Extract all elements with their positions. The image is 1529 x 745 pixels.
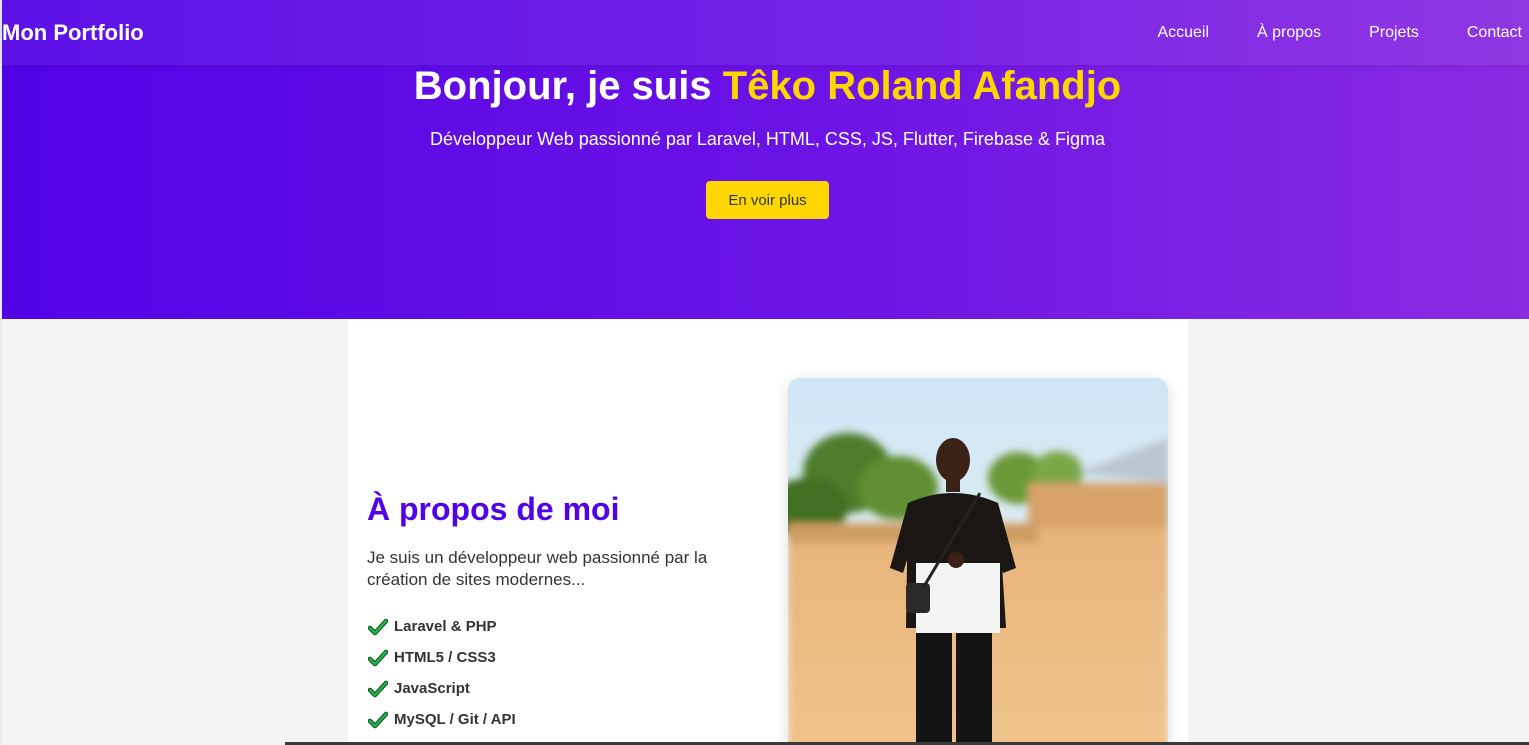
nav-link-a-propos[interactable]: À propos [1257, 24, 1321, 42]
nav-links: Accueil À propos Projets Contact [1157, 24, 1522, 42]
hero-greeting: Bonjour, je suis [413, 64, 723, 108]
skill-label: JavaScript [394, 680, 470, 697]
skill-item: HTML5 / CSS3 [368, 642, 516, 673]
about-description: Je suis un développeur web passionné par… [367, 548, 708, 589]
hero-subtitle: Développeur Web passionné par Laravel, H… [430, 129, 1105, 149]
check-icon [368, 711, 388, 728]
nav-link-accueil[interactable]: Accueil [1157, 24, 1209, 42]
nav-link-projets[interactable]: Projets [1369, 24, 1419, 42]
check-icon [368, 618, 388, 635]
profile-photo-illustration [788, 378, 1168, 745]
brand-logo[interactable]: Mon Portfolio [2, 20, 144, 46]
navbar: Mon Portfolio Accueil À propos Projets C… [2, 0, 1529, 65]
skill-item: JavaScript [368, 673, 516, 704]
skills-list: Laravel & PHP HTML5 / CSS3 JavaScript My… [368, 611, 516, 735]
skill-label: HTML5 / CSS3 [394, 649, 496, 666]
see-more-button[interactable]: En voir plus [706, 181, 829, 219]
skill-label: MySQL / Git / API [394, 711, 516, 728]
about-title: À propos de moi [367, 491, 620, 527]
profile-photo [788, 378, 1168, 745]
check-icon [368, 649, 388, 666]
about-section: À propos de moi Je suis un développeur w… [348, 319, 1188, 745]
hero-title: Bonjour, je suis Têko Roland Afandjo [0, 64, 1529, 109]
skill-item: Laravel & PHP [368, 611, 516, 642]
check-icon [368, 680, 388, 697]
skill-item: MySQL / Git / API [368, 704, 516, 735]
skill-label: Laravel & PHP [394, 618, 497, 635]
nav-link-contact[interactable]: Contact [1467, 24, 1522, 42]
hero-name: Têko Roland Afandjo [722, 64, 1122, 108]
